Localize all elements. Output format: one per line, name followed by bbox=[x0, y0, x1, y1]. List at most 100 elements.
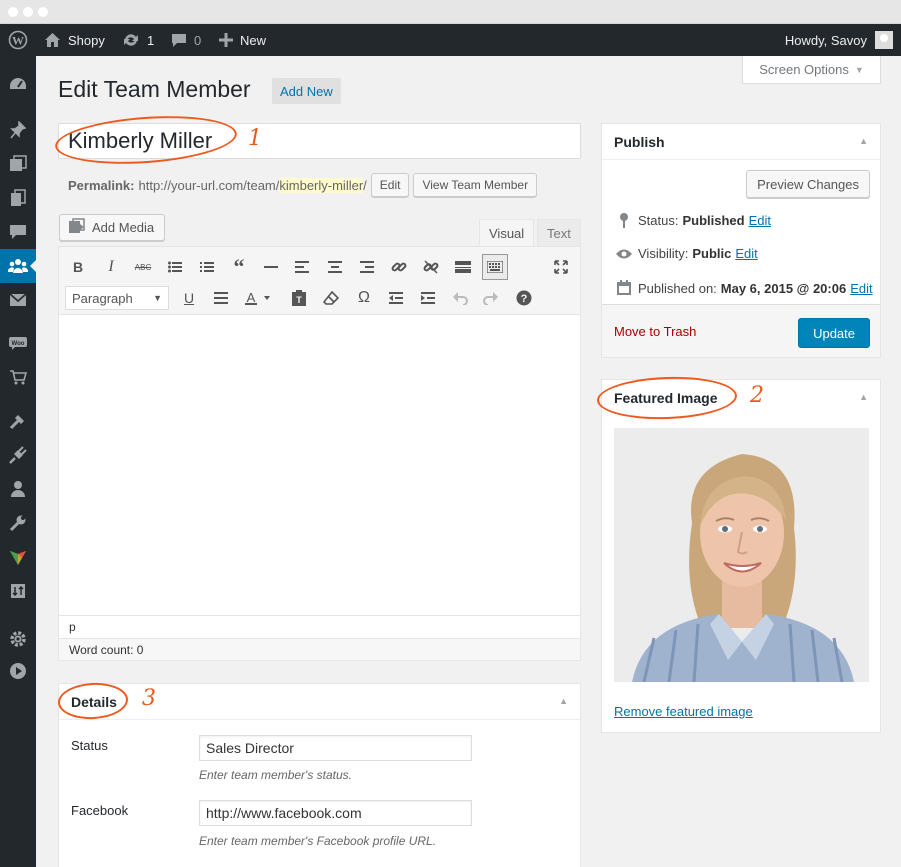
comments-link[interactable]: 0 bbox=[171, 24, 201, 56]
admin-menu: Woo bbox=[0, 56, 36, 867]
site-name-link[interactable]: Shopy bbox=[44, 24, 105, 56]
howdy-text: Howdy, Savoy bbox=[784, 32, 867, 48]
bold-icon[interactable]: B bbox=[67, 256, 89, 278]
theme-icon[interactable] bbox=[0, 540, 36, 574]
admin-bar: W Shopy 1 0 New Howdy, Savoy bbox=[0, 24, 901, 56]
collapse-toggle-icon[interactable]: ▲ bbox=[559, 696, 568, 706]
editor-content-area[interactable] bbox=[59, 315, 580, 615]
window-dot bbox=[23, 7, 33, 17]
facebook-input[interactable]: http://www.facebook.com bbox=[199, 800, 472, 826]
woo-icon[interactable]: Woo bbox=[0, 326, 36, 360]
pin-icon[interactable] bbox=[0, 113, 36, 147]
new-content-link[interactable]: New bbox=[219, 24, 266, 56]
media-icon[interactable] bbox=[0, 147, 36, 181]
add-media-button[interactable]: Add Media bbox=[59, 214, 166, 241]
plus-icon bbox=[219, 33, 233, 47]
strikethrough-icon[interactable]: ABC bbox=[132, 256, 154, 278]
indent-icon[interactable] bbox=[417, 287, 439, 309]
updates-link[interactable]: 1 bbox=[122, 24, 154, 56]
numbered-list-icon[interactable] bbox=[196, 256, 218, 278]
published-on-row: Published on: May 6, 2015 @ 20:06 Edit bbox=[614, 280, 873, 296]
updates-count: 1 bbox=[147, 32, 155, 48]
toolbar-toggle-icon[interactable] bbox=[482, 254, 508, 280]
remove-featured-image-link[interactable]: Remove featured image bbox=[614, 704, 753, 719]
blockquote-icon[interactable]: “ bbox=[228, 254, 250, 279]
view-team-member-button[interactable]: View Team Member bbox=[413, 173, 538, 197]
play-icon[interactable] bbox=[0, 654, 36, 688]
collapse-toggle-icon[interactable]: ▲ bbox=[859, 136, 868, 146]
svg-text:A: A bbox=[247, 290, 256, 305]
update-button[interactable]: Update bbox=[798, 318, 870, 348]
tab-text[interactable]: Text bbox=[537, 219, 581, 247]
import-icon[interactable] bbox=[0, 574, 36, 608]
underline-icon[interactable]: U bbox=[178, 287, 200, 309]
comments-icon[interactable] bbox=[0, 215, 36, 249]
unlink-icon[interactable] bbox=[420, 256, 442, 278]
outdent-icon[interactable] bbox=[385, 287, 407, 309]
eye-icon bbox=[614, 248, 634, 260]
publish-header[interactable]: Publish ▲ bbox=[602, 124, 880, 160]
status-input[interactable]: Sales Director bbox=[199, 735, 472, 761]
tab-visual[interactable]: Visual bbox=[479, 219, 535, 247]
redo-icon[interactable] bbox=[480, 287, 502, 309]
settings-icon[interactable] bbox=[0, 622, 36, 656]
italic-icon[interactable]: I bbox=[100, 256, 122, 278]
edit-status-link[interactable]: Edit bbox=[749, 213, 771, 228]
status-row: Status: Published Edit bbox=[614, 212, 771, 228]
screen-options-button[interactable]: Screen Options ▼ bbox=[742, 56, 881, 84]
horizontal-line-icon[interactable] bbox=[260, 256, 282, 278]
collapse-toggle-icon[interactable]: ▲ bbox=[859, 392, 868, 402]
appearance-icon[interactable] bbox=[0, 404, 36, 438]
mail-icon[interactable] bbox=[0, 283, 36, 317]
permalink-slug[interactable]: kimberly-miller bbox=[279, 177, 364, 193]
read-more-icon[interactable] bbox=[452, 256, 474, 278]
align-center-icon[interactable] bbox=[324, 256, 346, 278]
my-account[interactable]: Howdy, Savoy bbox=[785, 24, 893, 56]
undo-icon[interactable] bbox=[449, 287, 471, 309]
window-dot bbox=[8, 7, 18, 17]
format-value: Paragraph bbox=[72, 290, 133, 306]
align-left-icon[interactable] bbox=[291, 256, 313, 278]
window-dot bbox=[38, 7, 48, 17]
edit-date-link[interactable]: Edit bbox=[850, 281, 872, 296]
plugins-icon[interactable] bbox=[0, 438, 36, 472]
tools-icon[interactable] bbox=[0, 506, 36, 540]
dashboard-icon[interactable] bbox=[0, 68, 36, 102]
special-character-icon[interactable]: Ω bbox=[353, 287, 375, 309]
add-new-button[interactable]: Add New bbox=[272, 78, 341, 104]
visibility-value: Public bbox=[692, 246, 732, 261]
annotation-number: 2 bbox=[750, 383, 764, 408]
link-icon[interactable] bbox=[388, 256, 410, 278]
pin-icon bbox=[614, 212, 634, 228]
annotation-number: 1 bbox=[248, 126, 262, 151]
bullet-list-icon[interactable] bbox=[164, 256, 186, 278]
new-label: New bbox=[240, 32, 267, 48]
featured-image-photo[interactable] bbox=[614, 428, 869, 682]
site-name: Shopy bbox=[68, 32, 105, 48]
move-to-trash-link[interactable]: Move to Trash bbox=[614, 324, 696, 339]
cart-icon[interactable] bbox=[0, 360, 36, 394]
visibility-label: Visibility: bbox=[638, 246, 689, 261]
comments-count: 0 bbox=[194, 32, 202, 48]
status-label: Status: bbox=[638, 212, 679, 228]
browser-chrome bbox=[0, 0, 901, 24]
paste-text-icon[interactable]: T bbox=[288, 287, 310, 309]
team-icon[interactable] bbox=[0, 249, 36, 283]
permalink-base: http://your-url.com/team/ bbox=[138, 177, 280, 193]
edit-permalink-button[interactable]: Edit bbox=[370, 173, 410, 197]
format-select[interactable]: Paragraph ▼ bbox=[65, 286, 169, 310]
users-icon[interactable] bbox=[0, 472, 36, 506]
fullscreen-icon[interactable] bbox=[550, 256, 572, 278]
edit-visibility-link[interactable]: Edit bbox=[735, 246, 757, 261]
clear-formatting-icon[interactable] bbox=[320, 287, 342, 309]
align-right-icon[interactable] bbox=[356, 256, 378, 278]
justify-icon[interactable] bbox=[210, 287, 232, 309]
preview-changes-button[interactable]: Preview Changes bbox=[746, 170, 870, 198]
screen-options-label: Screen Options bbox=[759, 62, 849, 77]
status-value: Published bbox=[682, 212, 745, 228]
text-color-icon[interactable]: A bbox=[242, 287, 276, 309]
details-header[interactable]: Details ▲ bbox=[59, 684, 580, 720]
help-icon[interactable]: ? bbox=[513, 287, 535, 309]
wordpress-logo[interactable]: W bbox=[8, 24, 28, 56]
pages-icon[interactable] bbox=[0, 181, 36, 215]
